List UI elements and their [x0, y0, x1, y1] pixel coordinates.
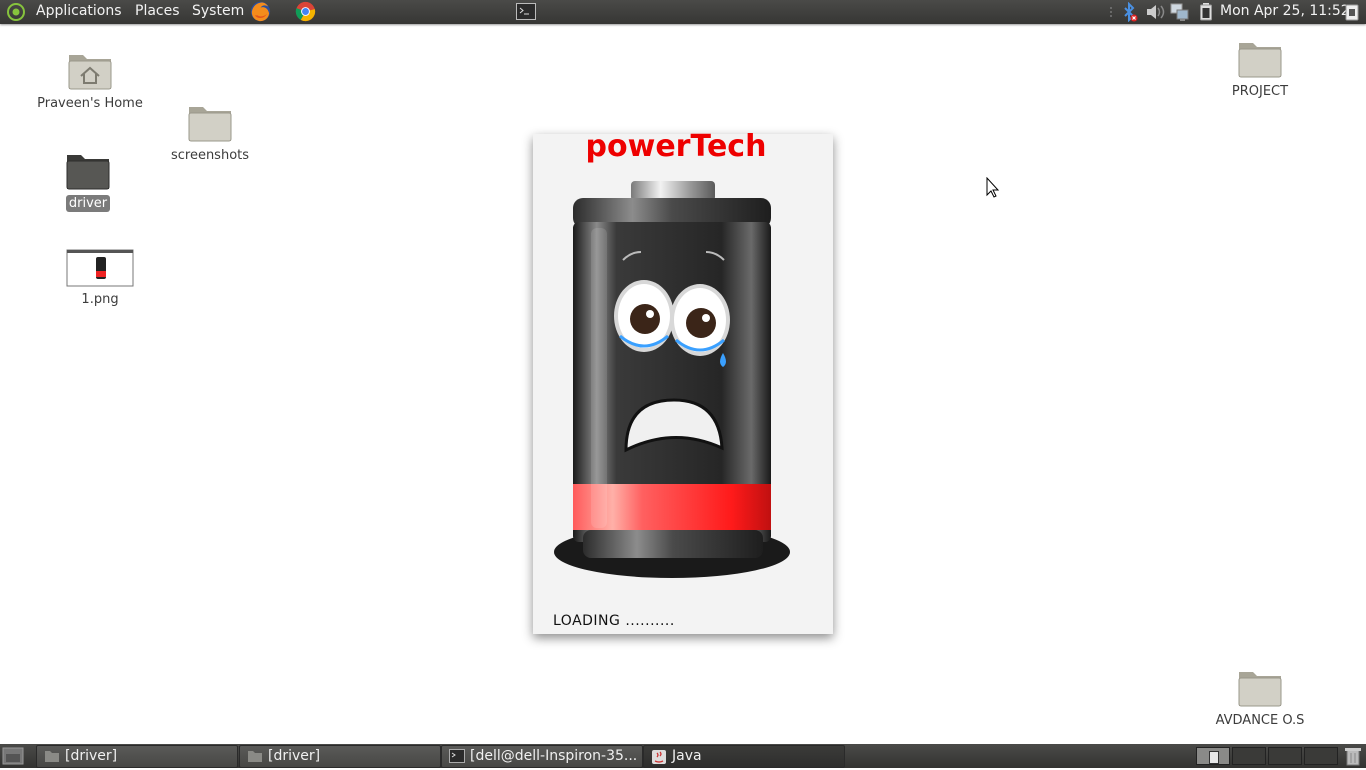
workspace-1[interactable] — [1196, 747, 1230, 765]
workspace-4[interactable] — [1304, 747, 1338, 765]
show-desktop-icon[interactable] — [1344, 2, 1360, 26]
volume-icon[interactable] — [1144, 2, 1166, 26]
battery-icon[interactable] — [1199, 2, 1213, 26]
folder-icon — [1238, 672, 1282, 707]
splash-title: powerTech — [585, 129, 767, 164]
workspace-3[interactable] — [1268, 747, 1302, 765]
folder-icon — [247, 749, 263, 767]
tray-separator — [1108, 4, 1114, 24]
desktop-icon-avdance-os[interactable]: AVDANCE O.S — [1200, 666, 1320, 729]
taskbar-item-label: Java — [672, 748, 702, 764]
taskbar-item-label: [driver] — [268, 748, 321, 764]
desktop-icon-label: 1.png — [81, 292, 119, 307]
folder-icon — [188, 107, 232, 142]
desktop-icon-label: driver — [65, 195, 111, 212]
taskbar-item-driver-2[interactable]: [driver] — [239, 745, 441, 768]
desktop-icon-label: Praveen's Home — [37, 96, 143, 111]
desktop-icon-label: AVDANCE O.S — [1215, 713, 1305, 728]
taskbar-item-label: [dell@dell-Inspiron-35... — [470, 748, 638, 764]
clock[interactable]: Mon Apr 25, 11:52 — [1220, 3, 1350, 19]
show-desktop-button-icon[interactable] — [2, 746, 24, 770]
desktop-icon-driver[interactable]: driver — [48, 149, 128, 212]
chrome-icon[interactable] — [294, 0, 317, 27]
terminal-icon[interactable] — [516, 3, 536, 24]
desktop-icon-screenshots[interactable]: screenshots — [150, 101, 270, 164]
distro-logo-icon[interactable] — [6, 2, 26, 26]
firefox-icon[interactable] — [249, 0, 272, 27]
network-icon[interactable] — [1169, 2, 1191, 26]
trash-icon[interactable] — [1344, 746, 1362, 770]
taskbar-item-terminal[interactable]: [dell@dell-Inspiron-35... — [441, 745, 643, 768]
folder-icon — [1238, 43, 1282, 78]
workspace-2[interactable] — [1232, 747, 1266, 765]
taskbar-item-driver-1[interactable]: [driver] — [36, 745, 238, 768]
taskbar-item-java[interactable]: Java — [643, 745, 845, 768]
top-panel: Applications Places System Mon Apr 25, 1… — [0, 0, 1366, 24]
places-menu[interactable]: Places — [135, 3, 180, 19]
mouse-cursor-icon — [986, 177, 1000, 198]
desktop-icon-label: PROJECT — [1231, 84, 1289, 99]
taskbar-item-label: [driver] — [65, 748, 118, 764]
desktop-icon-label: screenshots — [170, 148, 250, 163]
system-menu[interactable]: System — [192, 3, 244, 19]
desktop-icon-1png[interactable]: 1.png — [50, 249, 150, 308]
sad-battery-icon — [554, 181, 790, 578]
folder-icon — [66, 155, 110, 190]
java-splash-window: powerTech LOADING .......... — [533, 129, 833, 634]
applications-menu[interactable]: Applications — [36, 3, 122, 19]
bottom-panel: [driver] [driver] [dell@dell-Inspiron-35… — [0, 744, 1366, 768]
desktop-icon-project[interactable]: PROJECT — [1210, 37, 1310, 100]
home-folder-icon — [68, 55, 112, 90]
loading-text: LOADING .......... — [553, 613, 675, 629]
java-icon — [651, 749, 667, 767]
bluetooth-icon[interactable] — [1119, 1, 1139, 26]
terminal-icon — [449, 749, 465, 767]
folder-icon — [44, 749, 60, 767]
workspace-switcher[interactable] — [1196, 747, 1338, 765]
desktop-icon-home[interactable]: Praveen's Home — [30, 49, 150, 112]
image-thumbnail-icon — [66, 249, 134, 287]
